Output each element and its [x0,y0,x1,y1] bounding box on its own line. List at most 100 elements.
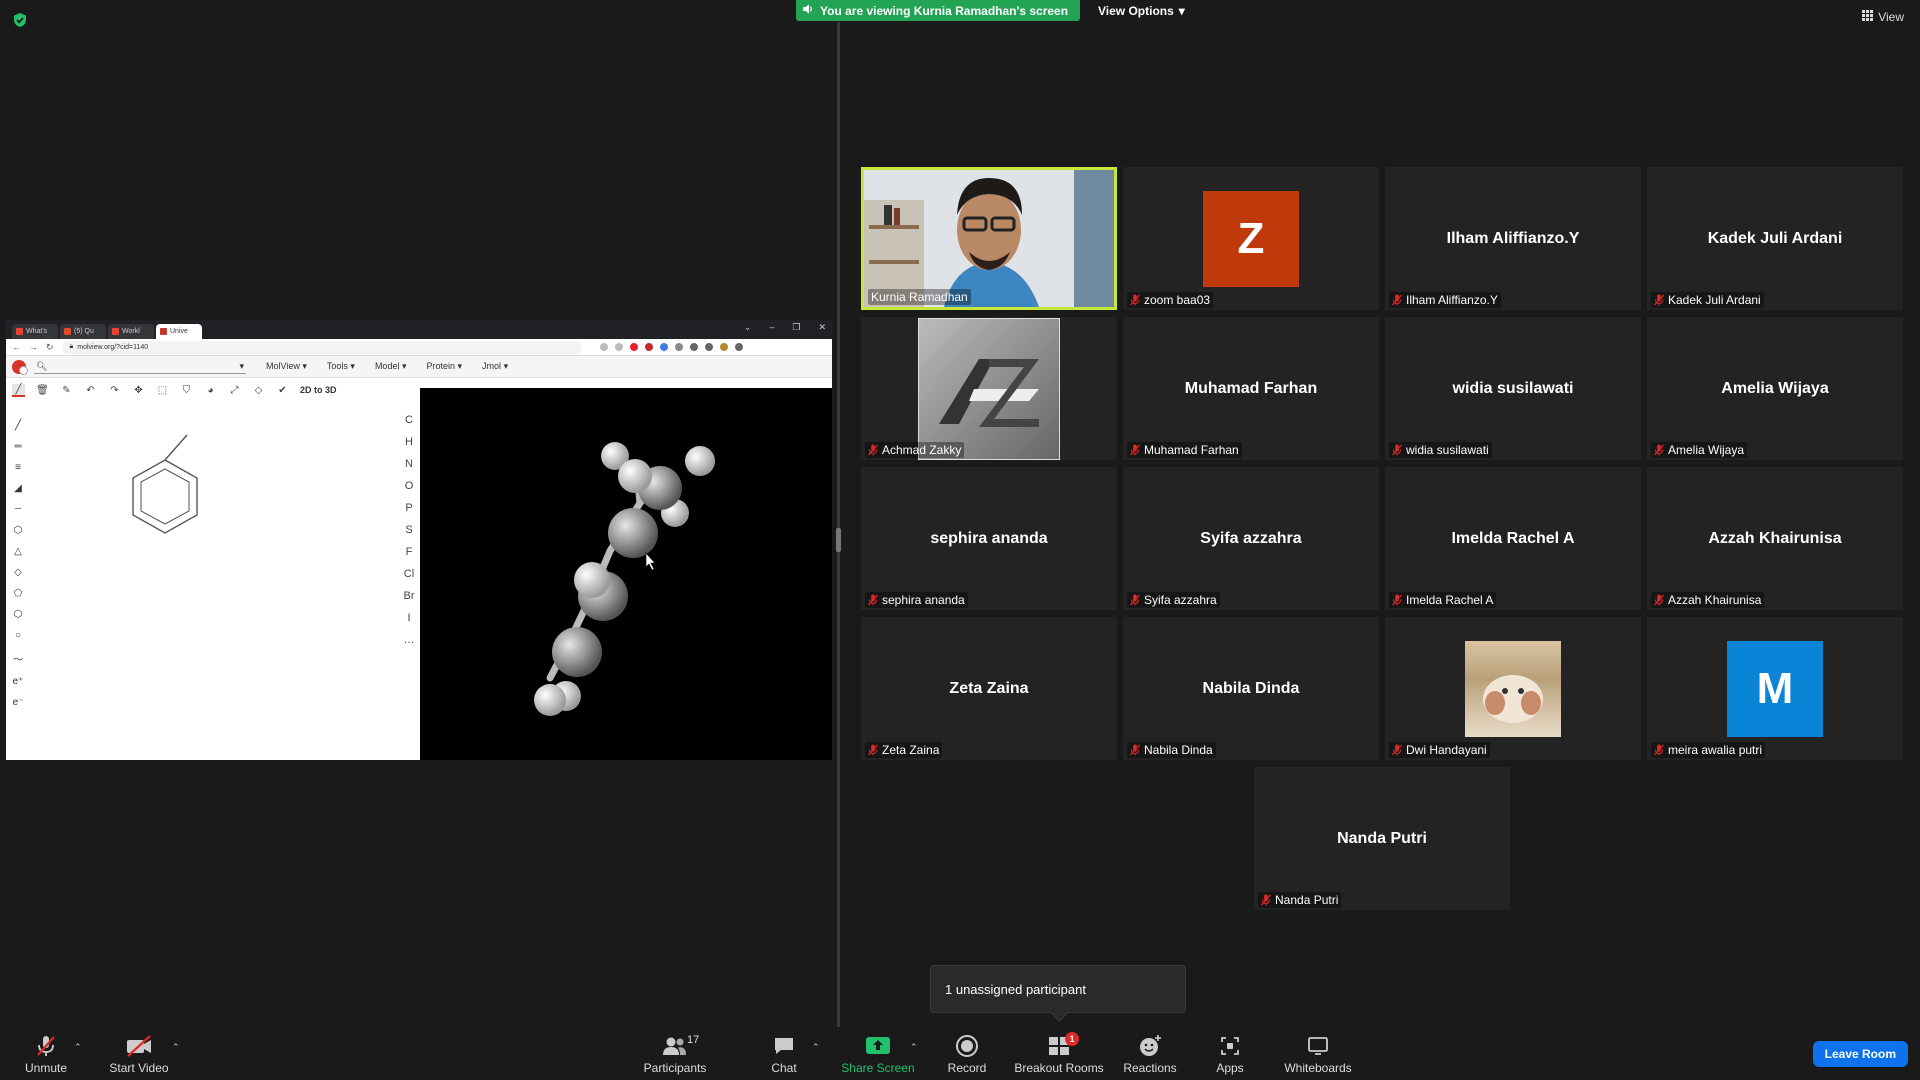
participant-tile[interactable]: Zeta Zaina Zeta Zaina [861,617,1117,760]
trash-icon[interactable]: 🗑︎ [36,384,49,397]
menu-protein[interactable]: Protein ▾ [426,361,462,372]
participant-tile[interactable]: Amelia Wijaya Amelia Wijaya [1647,317,1903,460]
3d-molecule-viewer[interactable] [420,388,832,760]
whiteboards-button[interactable]: Whiteboards [1280,1028,1356,1080]
rect-select-icon[interactable]: ⬚ [156,384,169,397]
menu-tools[interactable]: Tools ▾ [327,361,355,372]
cycloheptane-icon[interactable]: ○ [15,630,21,641]
apps-button[interactable]: Apps [1210,1028,1250,1080]
participant-tile[interactable]: sephira ananda sephira ananda [861,467,1117,610]
move-icon[interactable]: ✥ [132,384,145,397]
chain-icon[interactable]: 〜 [13,651,23,666]
participant-tile[interactable]: Achmad Zakky [861,317,1117,460]
lasso-icon[interactable]: ⛉ [180,384,193,397]
participant-tile[interactable]: Azzah Khairunisa Azzah Khairunisa [1647,467,1903,610]
start-video-button[interactable]: Start Video [106,1028,172,1080]
sketch-canvas[interactable] [30,400,420,760]
forward-icon[interactable]: → [29,342,38,352]
participant-tile[interactable]: Syifa azzahra Syifa azzahra [1123,467,1379,610]
back-icon[interactable]: ← [12,342,21,352]
video-options-caret-icon[interactable]: ⌃ [172,1042,180,1053]
element-s[interactable]: S [405,524,412,536]
reactions-button[interactable]: Reactions [1122,1028,1178,1080]
minimize-icon[interactable]: – [769,322,774,333]
2d-to-3d-button[interactable]: 2D to 3D [300,385,337,395]
cyclohexane-icon[interactable]: ⬡ [14,609,23,620]
browser-tab[interactable]: Workl [108,324,154,339]
color-mode-icon[interactable]: ◕ [204,384,217,397]
mendeley-icon[interactable] [644,343,653,351]
element-f[interactable]: F [406,546,413,558]
participant-tile[interactable]: Nabila Dinda Nabila Dinda [1123,617,1379,760]
chevron-down-icon[interactable]: ⌄ [744,322,752,333]
star-icon[interactable] [614,343,623,351]
restore-icon[interactable]: ❐ [792,322,800,333]
audio-options-caret-icon[interactable]: ⌃ [74,1042,82,1053]
browser-tab-active[interactable]: Unive [156,324,202,339]
record-button[interactable]: Record [942,1028,992,1080]
menu-molview[interactable]: MolView ▾ [266,361,307,372]
share-screen-button[interactable]: Share Screen [838,1028,918,1080]
cyclobutane-icon[interactable]: ◇ [14,567,22,578]
molview-search-field[interactable]: 🔍︎ ▾ [34,360,246,374]
opera-icon[interactable] [629,343,638,351]
more-icon[interactable] [734,343,743,351]
hash-bond-icon[interactable]: ┄ [15,504,21,515]
participant-tile[interactable]: Ilham Aliffianzo.Y Ilham Aliffianzo.Y [1385,167,1641,310]
breakout-rooms-button[interactable]: 1 Breakout Rooms [1012,1028,1106,1080]
browser-tab[interactable]: (5) Qu [60,324,106,339]
menu-model[interactable]: Model ▾ [375,361,407,372]
element-c[interactable]: C [405,414,413,426]
center-icon[interactable]: ◇ [252,384,265,397]
participant-tile[interactable]: Zzoom baa03 [1123,167,1379,310]
participant-tile[interactable]: Mmeira awalia putri [1647,617,1903,760]
redo-icon[interactable]: ↷ [108,384,121,397]
sidepanel-icon[interactable] [704,343,713,351]
wedge-bond-icon[interactable]: ◢ [14,483,22,494]
shared-screen[interactable]: What's (5) Qu Workl Unive ⌄ – ❐ ✕ ← → ↻ … [6,320,832,760]
participant-tile[interactable]: widia susilawati widia susilawati [1385,317,1641,460]
element-n[interactable]: N [405,458,413,470]
participant-tile[interactable]: Imelda Rachel A Imelda Rachel A [1385,467,1641,610]
extension-icon[interactable] [674,343,683,351]
element-o[interactable]: O [405,480,414,492]
element-cl[interactable]: Cl [404,568,414,580]
share-options-caret-icon[interactable]: ⌃ [910,1042,918,1053]
chat-button[interactable]: Chat [764,1028,804,1080]
split-divider[interactable] [837,22,840,1027]
double-bond-icon[interactable]: ═ [14,441,21,452]
element-p[interactable]: P [405,502,412,514]
undo-icon[interactable]: ↶ [84,384,97,397]
menu-jmol[interactable]: Jmol ▾ [482,361,508,372]
chat-options-caret-icon[interactable]: ⌃ [812,1042,820,1053]
participant-tile[interactable]: Nanda Putri Nanda Putri [1254,767,1510,910]
fullscreen-icon[interactable]: ⤢ [228,384,241,397]
url-field[interactable]: 🔒︎ molview.org/?cid=1140 [61,340,582,354]
single-bond-icon[interactable]: ╱ [15,420,21,431]
extension-icon[interactable] [659,343,668,351]
leave-room-button[interactable]: Leave Room [1812,1041,1908,1067]
eraser-icon[interactable]: ✎ [60,384,73,397]
puzzle-icon[interactable] [689,343,698,351]
participant-tile[interactable]: Kurnia Ramadhan [861,167,1117,310]
view-options-button[interactable]: View Options ▾ [1088,0,1195,21]
profile-avatar-icon[interactable] [719,343,728,351]
share-icon[interactable] [599,343,608,351]
benzene-icon[interactable]: ⬡ [14,525,23,536]
browser-tab[interactable]: What's [12,324,58,339]
reload-icon[interactable]: ↻ [46,342,54,353]
security-shield-icon[interactable] [12,12,28,28]
unmute-button[interactable]: Unmute [20,1028,72,1080]
split-divider-handle[interactable] [836,528,841,552]
cyclopropane-icon[interactable]: △ [14,546,22,557]
element-br[interactable]: Br [404,590,415,602]
element-i[interactable]: I [407,612,410,624]
participant-tile[interactable]: Dwi Handayani [1385,617,1641,760]
charge-plus-icon[interactable]: e⁺ [13,676,24,687]
cyclopentane-icon[interactable]: ⬠ [14,588,23,599]
element-more[interactable]: … [404,634,415,646]
participant-tile[interactable]: Kadek Juli Ardani Kadek Juli Ardani [1647,167,1903,310]
participants-button[interactable]: 17 Participants [640,1028,710,1080]
close-icon[interactable]: ✕ [818,322,826,333]
element-h[interactable]: H [405,436,413,448]
